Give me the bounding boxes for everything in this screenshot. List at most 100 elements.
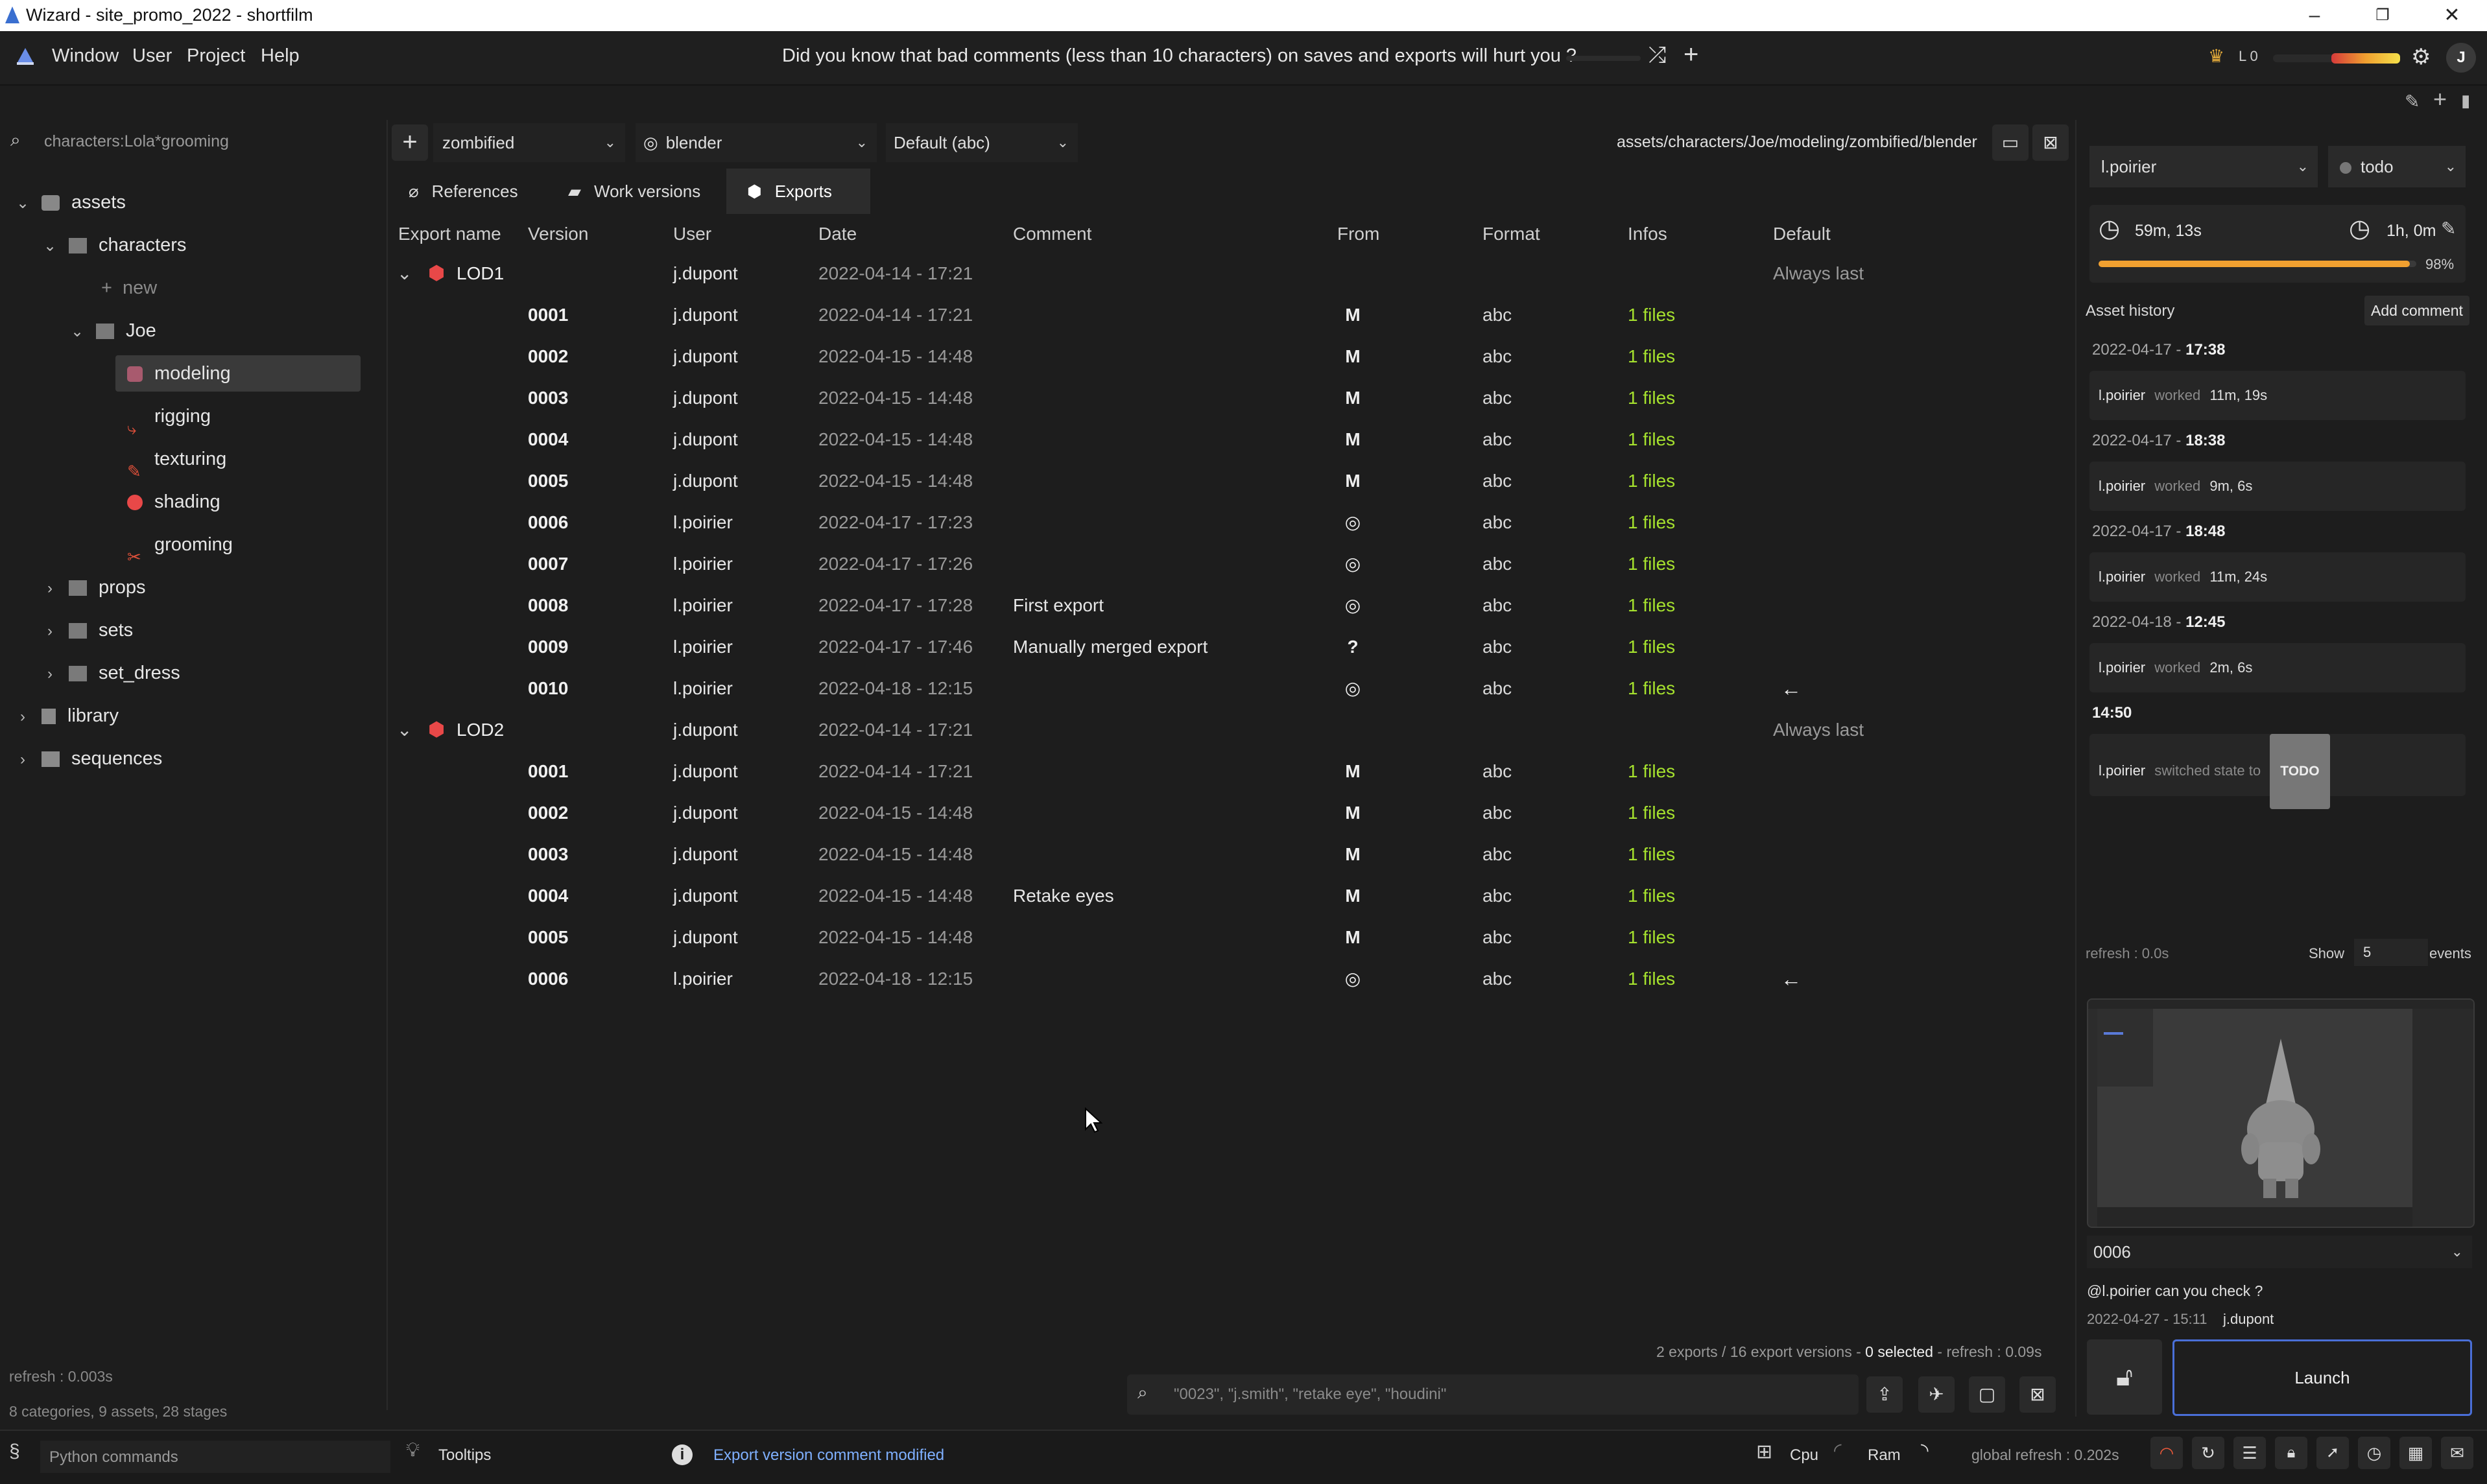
version-comment[interactable]: Manually merged export xyxy=(1013,626,1208,668)
version-infos[interactable]: 1 files xyxy=(1628,460,1675,502)
tree-item-texturing[interactable]: ✎ texturing xyxy=(127,440,226,481)
col-export-name[interactable]: Export name xyxy=(398,224,501,244)
tree-item-shading[interactable]: shading xyxy=(127,482,220,521)
minimize-icon[interactable]: – xyxy=(2279,1,2350,30)
version-infos[interactable]: 1 files xyxy=(1628,958,1675,1000)
upload-button[interactable]: ⇪ xyxy=(1866,1376,1903,1413)
image-folder-button[interactable]: ⊠ xyxy=(2032,124,2069,161)
menu-project[interactable]: Project xyxy=(187,45,245,67)
export-version-row[interactable]: 0002 j.dupont 2022-04-15 - 14:48 Mabc 1 file… xyxy=(392,336,2071,377)
tree-search-input[interactable]: characters:Lola*grooming xyxy=(44,132,229,151)
export-version-row[interactable]: 0006 l.poirier 2022-04-18 - 12:15 ◎ abc 1 fil… xyxy=(392,958,2071,1000)
tree-item-props[interactable]: › props xyxy=(40,568,146,607)
export-version-row[interactable]: 0004 j.dupont 2022-04-15 - 14:48 Retake eye… xyxy=(392,875,2071,917)
refresh-icon[interactable]: ↻ xyxy=(2192,1437,2224,1469)
open-folder-button[interactable]: ▭ xyxy=(1992,124,2029,161)
chevron-down-icon[interactable]: ⌄ xyxy=(67,312,87,351)
variant-select[interactable]: zombified ⌄ xyxy=(433,123,625,162)
col-date[interactable]: Date xyxy=(818,224,857,244)
sliders-icon[interactable]: ☰ xyxy=(2233,1437,2266,1469)
tree-item-assets[interactable]: ⌄ assets xyxy=(13,183,126,222)
version-infos[interactable]: 1 files xyxy=(1628,585,1675,626)
export-version-row[interactable]: 0004 j.dupont 2022-04-15 - 14:48 Mabc 1 file… xyxy=(392,419,2071,460)
shuffle-icon[interactable]: ⤮ xyxy=(1648,43,1666,68)
export-version-row[interactable]: 0006 l.poirier 2022-04-17 - 17:23 ◎ abc 1 fil… xyxy=(392,502,2071,543)
export-version-row[interactable]: 0003 j.dupont 2022-04-15 - 14:48 Mabc 1 file… xyxy=(392,834,2071,875)
asset-thumbnail[interactable] xyxy=(2087,998,2475,1228)
chevron-right-icon[interactable]: › xyxy=(40,612,60,651)
tree-item-new[interactable]: + new xyxy=(101,268,157,307)
archive-button[interactable]: ⊠ xyxy=(2019,1376,2056,1413)
tree-item-joe[interactable]: ⌄ Joe xyxy=(67,311,156,350)
export-default[interactable]: Always last xyxy=(1773,253,1864,294)
notifications-icon[interactable]: ✉ xyxy=(2441,1437,2473,1469)
settings-icon[interactable]: ⚙ xyxy=(2411,44,2431,70)
avatar[interactable]: J xyxy=(2446,43,2476,73)
col-format[interactable]: Format xyxy=(1482,224,1540,244)
export-search-field[interactable]: ⌕ "0023", "j.smith", "retake eye", "houd… xyxy=(1127,1374,1859,1415)
tab-exports[interactable]: ⬢ Exports xyxy=(726,169,870,214)
user-select[interactable]: l.poirier ⌄ xyxy=(2089,146,2318,187)
export-version-row[interactable]: 0001 j.dupont 2022-04-14 - 17:21 Mabc 1 file… xyxy=(392,294,2071,336)
export-version-row[interactable]: 0005 j.dupont 2022-04-15 - 14:48 Mabc 1 file… xyxy=(392,917,2071,958)
chevron-right-icon[interactable]: › xyxy=(13,698,32,736)
software-select[interactable]: ◎ blender ⌄ xyxy=(636,123,877,162)
chevron-down-icon[interactable]: ⌄ xyxy=(397,709,412,751)
version-infos[interactable]: 1 files xyxy=(1628,294,1675,336)
chevron-right-icon[interactable]: › xyxy=(40,655,60,694)
export-group-row[interactable]: ⌄ ⬢ LOD1 j.dupont 2022-04-14 - 17:21 Always l… xyxy=(392,253,2071,294)
thumbnail-version-select[interactable]: 0006 ⌄ xyxy=(2087,1236,2472,1268)
python-command-input[interactable]: Python commands xyxy=(40,1441,390,1473)
version-infos[interactable]: 1 files xyxy=(1628,543,1675,585)
col-default[interactable]: Default xyxy=(1773,224,1831,244)
tab-work-versions[interactable]: ▰ Work versions xyxy=(553,169,730,214)
export-version-row[interactable]: 0009 l.poirier 2022-04-17 - 17:46 Manually … xyxy=(392,626,2071,668)
close-icon[interactable]: ✕ xyxy=(2417,1,2487,30)
col-infos[interactable]: Infos xyxy=(1628,224,1667,244)
export-default[interactable]: Always last xyxy=(1773,709,1864,751)
lock-icon[interactable]: 🔒︎ xyxy=(2275,1437,2307,1469)
launch-button[interactable]: Launch xyxy=(2172,1339,2472,1416)
tree-item-library[interactable]: › library xyxy=(13,696,119,735)
add-variant-button[interactable]: + xyxy=(392,124,428,161)
tree-item-rigging[interactable]: ⤷ rigging xyxy=(127,397,211,438)
version-infos[interactable]: 1 files xyxy=(1628,419,1675,460)
export-group-row[interactable]: ⌄ ⬢ LOD2 j.dupont 2022-04-14 - 17:21 Always l… xyxy=(392,709,2071,751)
col-user[interactable]: User xyxy=(673,224,711,244)
export-version-row[interactable]: 0005 j.dupont 2022-04-15 - 14:48 Mabc 1 file… xyxy=(392,460,2071,502)
export-version-row[interactable]: 0001 j.dupont 2022-04-14 - 17:21 Mabc 1 file… xyxy=(392,751,2071,792)
dashboard-icon[interactable]: ▦ xyxy=(2399,1437,2432,1469)
chevron-right-icon[interactable]: › xyxy=(13,740,32,779)
state-select[interactable]: todo ⌄ xyxy=(2328,146,2466,187)
tab-references[interactable]: ⌀ References xyxy=(396,169,556,214)
col-from[interactable]: From xyxy=(1337,224,1379,244)
menu-user[interactable]: User xyxy=(132,45,172,67)
export-version-row[interactable]: 0003 j.dupont 2022-04-15 - 14:48 Mabc 1 file… xyxy=(392,377,2071,419)
version-infos[interactable]: 1 files xyxy=(1628,502,1675,543)
edit-estimation-icon[interactable]: ✎ xyxy=(2441,218,2456,239)
tooltips-toggle[interactable]: Tooltips xyxy=(438,1446,491,1465)
tree-item-modeling[interactable]: modeling xyxy=(127,354,231,393)
rocket-icon[interactable]: ➚ xyxy=(2316,1437,2349,1469)
version-infos[interactable]: 1 files xyxy=(1628,875,1675,917)
version-infos[interactable]: 1 files xyxy=(1628,917,1675,958)
plus-icon[interactable]: + xyxy=(1684,40,1698,69)
export-version-row[interactable]: 0008 l.poirier 2022-04-17 - 17:28 First exp… xyxy=(392,585,2071,626)
col-comment[interactable]: Comment xyxy=(1013,224,1091,244)
version-infos[interactable]: 1 files xyxy=(1628,792,1675,834)
timer-icon[interactable]: ◷ xyxy=(2358,1437,2390,1469)
export-version-row[interactable]: 0002 j.dupont 2022-04-15 - 14:48 Mabc 1 file… xyxy=(392,792,2071,834)
launch-export-button[interactable]: ✈ xyxy=(1918,1376,1955,1413)
tree-item-sets[interactable]: › sets xyxy=(40,611,133,650)
tree-item-sequences[interactable]: › sequences xyxy=(13,739,162,778)
export-version-row[interactable]: 0010 l.poirier 2022-04-18 - 12:15 ◎ abc 1 fil… xyxy=(392,668,2071,709)
tree-item-grooming[interactable]: ✂ grooming xyxy=(127,525,233,567)
lock-button[interactable]: 🔓︎ xyxy=(2087,1339,2162,1415)
version-infos[interactable]: 1 files xyxy=(1628,336,1675,377)
tree-item-set-dress[interactable]: › set_dress xyxy=(40,654,180,692)
version-comment[interactable]: First export xyxy=(1013,585,1104,626)
extension-select[interactable]: Default (abc) ⌄ xyxy=(886,123,1078,162)
version-infos[interactable]: 1 files xyxy=(1628,751,1675,792)
lightbulb-icon[interactable]: 💡︎ xyxy=(406,1439,420,1461)
frame-button[interactable]: ▢ xyxy=(1969,1376,2005,1413)
